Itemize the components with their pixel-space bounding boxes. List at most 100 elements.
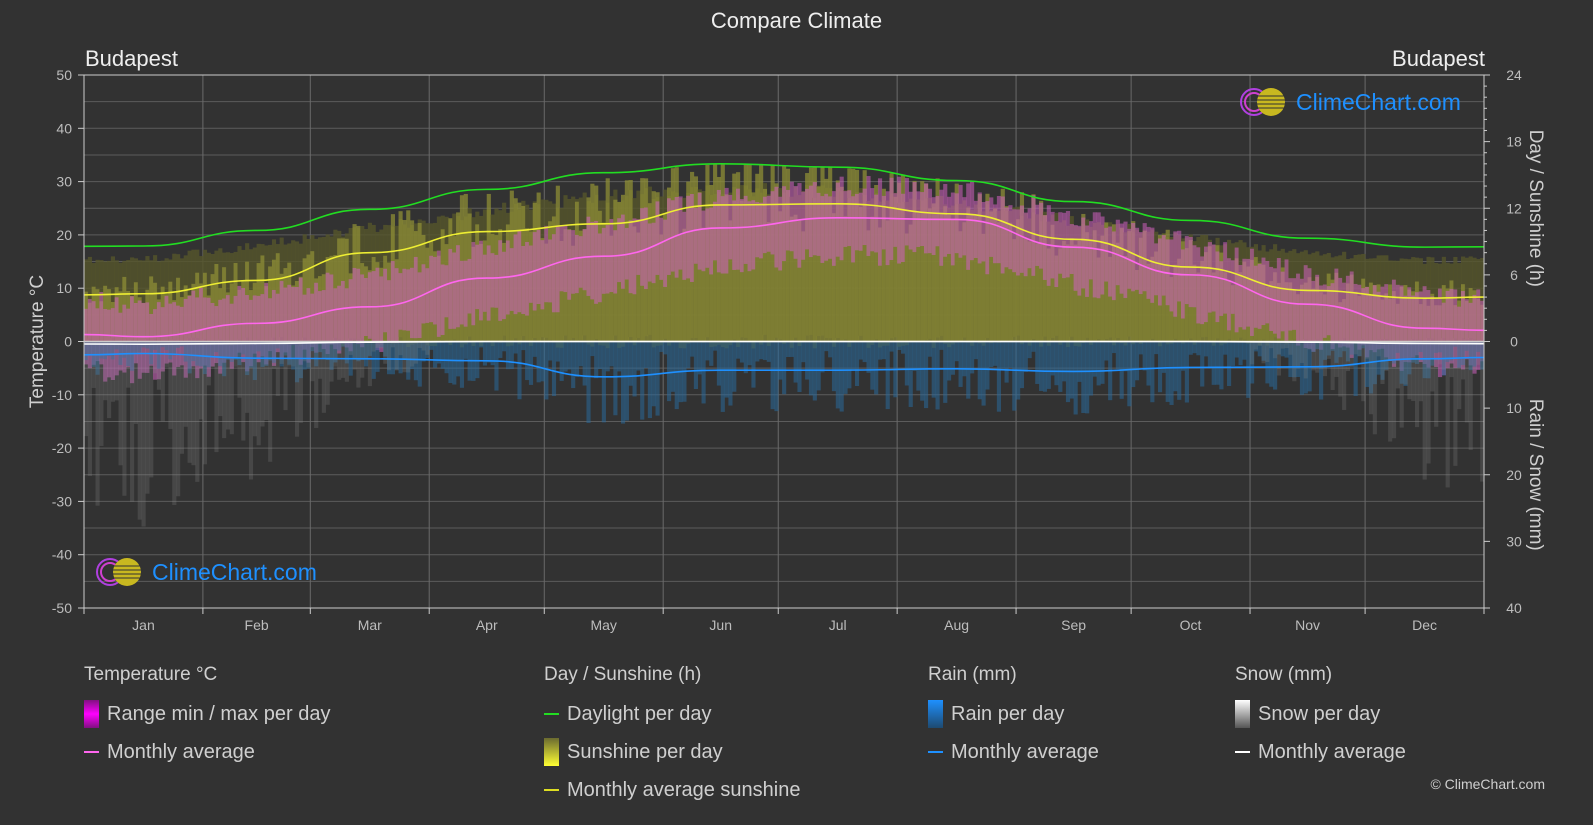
rain-day-bar	[1173, 341, 1178, 392]
snow-day-bar	[256, 341, 261, 446]
rain-day-bar	[1035, 341, 1040, 384]
rain-day-bar	[973, 341, 978, 360]
temp-range-bar	[425, 268, 430, 323]
rain-day-bar	[736, 341, 741, 359]
snow-day-bar	[387, 341, 392, 371]
snow-day-bar	[1345, 341, 1351, 372]
snow-day-bar	[199, 341, 204, 420]
rain-day-bar	[1085, 341, 1090, 414]
temp-range-bar	[862, 188, 867, 246]
right-tick-label: 10	[1506, 400, 1522, 416]
rain-day-bar	[1073, 341, 1078, 415]
temp-range-bar	[1004, 207, 1009, 268]
rain-day-bar	[816, 341, 821, 391]
rain-day-bar	[843, 341, 848, 394]
rain-day-bar	[1227, 341, 1232, 387]
temp-range-bar	[1069, 224, 1074, 274]
rain-day-bar	[1207, 341, 1212, 369]
rain-day-bar	[479, 341, 484, 348]
left-tick-label: -40	[52, 547, 72, 563]
rain-day-bar	[1269, 341, 1274, 387]
rain-day-bar	[981, 341, 986, 406]
rain-avg-line-icon	[928, 751, 943, 753]
right-tick-label: 40	[1506, 600, 1522, 616]
snow-day-bar	[1434, 341, 1439, 427]
temp-range-bar	[947, 196, 952, 254]
snow-day-bar	[1319, 341, 1324, 370]
rain-day-bar	[1165, 341, 1170, 402]
rain-day-bar	[935, 341, 940, 410]
temp-range-bar	[594, 220, 599, 304]
legend-heading: Day / Sunshine (h)	[544, 664, 702, 685]
temp-range-bar	[858, 192, 863, 251]
temp-range-bar	[993, 204, 998, 264]
snow-day-bar	[187, 341, 192, 463]
rain-day-bar	[670, 341, 675, 392]
temp-range-bar	[632, 218, 637, 295]
temp-range-bar	[724, 187, 729, 274]
snow-day-bar	[225, 341, 231, 430]
snow-day-bar	[333, 341, 338, 367]
rain-day-bar	[943, 341, 948, 403]
temp-range-bar	[498, 240, 503, 321]
snow-day-bar	[406, 341, 411, 373]
rain-day-bar	[555, 341, 560, 362]
rain-day-bar	[540, 341, 545, 382]
rain-day-bar	[452, 341, 457, 385]
snow-day-bar	[214, 341, 219, 453]
temp-range-bar	[486, 245, 491, 321]
temp-range-bar	[713, 201, 718, 261]
temp-range-bar	[1058, 212, 1063, 274]
rain-day-bar	[429, 341, 434, 350]
temp-range-bar	[317, 291, 323, 344]
snow-day-bar	[317, 341, 323, 379]
snow-day-bar	[410, 341, 415, 367]
temp-range-bar	[456, 245, 461, 328]
temp-range-bar	[866, 176, 871, 256]
rain-day-bar	[1200, 341, 1205, 387]
rain-day-bar	[797, 341, 802, 393]
temp-range-bar	[459, 260, 465, 325]
snow-day-bar	[153, 341, 158, 374]
left-tick-label: 50	[56, 67, 72, 83]
temp-range-bar	[1023, 212, 1028, 277]
rain-day-bar	[1111, 341, 1117, 354]
rain-day-bar	[663, 341, 668, 355]
snow-day-bar	[1426, 341, 1431, 464]
snow-day-bar	[1265, 341, 1270, 363]
rain-day-bar	[713, 341, 718, 351]
temp-range-bar	[310, 293, 315, 348]
rain-day-bar	[578, 341, 583, 367]
temp-range-bar	[1204, 246, 1209, 323]
snow-day-bar	[371, 341, 376, 352]
month-label: Jan	[132, 617, 155, 633]
temp-range-bar	[383, 268, 388, 333]
rain-day-bar	[632, 341, 637, 397]
logo-bottom-left[interactable]: ClimeChart.com	[94, 556, 317, 588]
temp-range-bar	[475, 244, 480, 310]
temp-range-bar	[1115, 219, 1120, 286]
temp-range-bar	[1345, 275, 1351, 348]
temp-range-bar	[716, 189, 722, 273]
snow-day-bar	[352, 341, 357, 370]
snow-day-bar	[1414, 341, 1420, 428]
rain-day-bar	[686, 341, 691, 369]
snow-day-bar	[1326, 341, 1331, 359]
temp-range-bar	[1192, 245, 1197, 308]
temp-range-bar	[517, 230, 522, 313]
rain-day-bar	[1138, 341, 1143, 355]
month-label: May	[590, 617, 616, 633]
rain-day-bar	[1058, 341, 1063, 392]
rain-day-bar	[851, 341, 856, 370]
rain-day-bar	[835, 341, 840, 409]
rain-day-bar	[828, 341, 833, 358]
temp-range-bar	[1326, 286, 1331, 336]
logo-text: ClimeChart.com	[152, 558, 317, 585]
snow-day-bar	[421, 341, 426, 351]
temp-range-bar	[1265, 260, 1270, 324]
temp-range-bar	[344, 288, 349, 348]
rain-day-bar	[1050, 341, 1055, 376]
rain-day-bar	[947, 341, 952, 381]
left-tick-label: 0	[64, 334, 72, 350]
logo-top-right[interactable]: ClimeChart.com	[1238, 86, 1461, 118]
